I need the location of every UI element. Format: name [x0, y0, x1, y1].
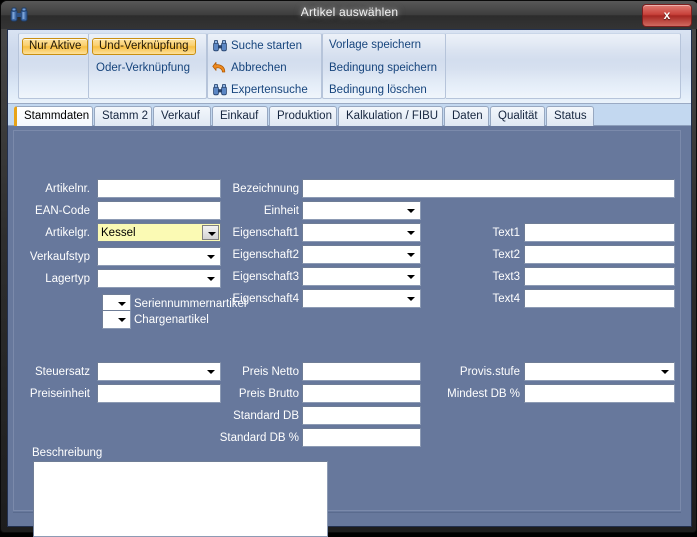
- toggle-und-verknuepfung[interactable]: Und-Verknüpfung: [92, 38, 196, 55]
- label-eigenschaft2: Eigenschaft2: [232, 249, 300, 261]
- textarea-beschreibung[interactable]: [33, 461, 328, 537]
- label-preis-brutto: Preis Brutto: [238, 388, 299, 400]
- input-standard-db[interactable]: [302, 406, 421, 425]
- undo-arrow-icon: [212, 62, 226, 73]
- button-label: Expertensuche: [231, 84, 308, 96]
- label-ean-code: EAN-Code: [35, 205, 90, 217]
- label-eigenschaft1: Eigenschaft1: [232, 227, 300, 239]
- tab-kalkulation-fibu[interactable]: Kalkulation / FIBU: [338, 106, 443, 126]
- tab-qualitaet[interactable]: Qualität: [490, 106, 545, 126]
- chevron-down-icon: [407, 231, 415, 235]
- chevron-down-icon: [661, 370, 669, 374]
- input-text1[interactable]: [524, 223, 675, 242]
- label-text1: Text1: [492, 227, 521, 239]
- button-label: Suche starten: [231, 40, 302, 52]
- input-text4[interactable]: [524, 289, 675, 308]
- input-mindest-db-prozent[interactable]: [524, 384, 675, 403]
- input-bezeichnung[interactable]: [302, 179, 675, 198]
- label-text2: Text2: [492, 249, 521, 261]
- button-abbrechen[interactable]: Abbrechen: [211, 60, 289, 78]
- label-eigenschaft4: Eigenschaft4: [232, 293, 300, 305]
- input-preiseinheit[interactable]: [97, 384, 221, 403]
- combo-steuersatz[interactable]: [97, 362, 221, 381]
- tab-status[interactable]: Status: [546, 106, 594, 126]
- close-button[interactable]: x: [642, 4, 692, 27]
- button-label: Abbrechen: [231, 62, 287, 74]
- input-text2[interactable]: [524, 245, 675, 264]
- button-expertensuche[interactable]: Expertensuche: [211, 82, 310, 100]
- chevron-down-icon: [118, 318, 126, 322]
- tab-bar: Stammdaten Stamm 2 Verkauf Einkauf Produ…: [8, 104, 691, 126]
- button-bedingung-loeschen[interactable]: Bedingung löschen: [326, 83, 430, 97]
- combo-verkaufstyp[interactable]: [97, 247, 221, 266]
- binoculars-icon: [213, 84, 227, 96]
- input-preis-netto[interactable]: [302, 362, 421, 381]
- chevron-down-icon: [118, 302, 126, 306]
- form-panel: Artikelnr. EAN-Code Artikelgr. Kessel Ve…: [8, 126, 691, 537]
- chevron-down-icon: [207, 370, 215, 374]
- label-artikelgr: Artikelgr.: [45, 227, 90, 239]
- input-preis-brutto[interactable]: [302, 384, 421, 403]
- chevron-down-icon: [407, 209, 415, 213]
- title-bar: Artikel auswählen x: [1, 1, 697, 29]
- label-standard-db: Standard DB: [233, 410, 299, 422]
- label-preiseinheit: Preiseinheit: [29, 388, 90, 400]
- input-text3[interactable]: [524, 267, 675, 286]
- chevron-down-icon: [407, 253, 415, 257]
- tab-daten[interactable]: Daten: [444, 106, 489, 126]
- button-bedingung-speichern[interactable]: Bedingung speichern: [326, 61, 440, 75]
- label-standard-db-prozent: Standard DB %: [219, 432, 299, 444]
- input-artikelnr[interactable]: [97, 179, 221, 198]
- label-steuersatz: Steuersatz: [35, 366, 90, 378]
- toggle-oder-verknuepfung[interactable]: Oder-Verknüpfung: [93, 61, 193, 75]
- tab-verkauf[interactable]: Verkauf: [153, 106, 211, 126]
- combo-eigenschaft2[interactable]: [302, 245, 421, 264]
- label-einheit: Einheit: [263, 205, 299, 217]
- chevron-down-icon: [207, 255, 215, 259]
- combo-artikelgr-value: Kessel: [101, 227, 136, 239]
- combo-eigenschaft3[interactable]: [302, 267, 421, 286]
- chevron-down-icon: [207, 277, 215, 281]
- button-vorlage-speichern[interactable]: Vorlage speichern: [326, 38, 424, 52]
- chevron-down-icon[interactable]: [202, 225, 219, 240]
- tab-einkauf[interactable]: Einkauf: [212, 106, 268, 126]
- input-standard-db-prozent[interactable]: [302, 428, 421, 447]
- label-eigenschaft3: Eigenschaft3: [232, 271, 300, 283]
- label-verkaufstyp: Verkaufstyp: [29, 251, 90, 263]
- input-ean-code[interactable]: [97, 201, 221, 220]
- chevron-down-icon: [407, 297, 415, 301]
- toolbar: Nur Aktive Und-Verknüpfung Oder-Verknüpf…: [8, 30, 691, 104]
- combo-artikelgr[interactable]: Kessel: [97, 223, 221, 242]
- application-window: Artikel auswählen x Nur Aktive Und-Verkn…: [0, 0, 697, 537]
- combo-lagertyp[interactable]: [97, 269, 221, 288]
- label-artikelnr: Artikelnr.: [45, 183, 90, 195]
- combo-chargenartikel[interactable]: [102, 310, 131, 329]
- combo-einheit[interactable]: [302, 201, 421, 220]
- tab-produktion[interactable]: Produktion: [269, 106, 337, 126]
- tab-stamm-2[interactable]: Stamm 2: [94, 106, 152, 126]
- combo-eigenschaft1[interactable]: [302, 223, 421, 242]
- button-suche-starten[interactable]: Suche starten: [211, 38, 304, 56]
- label-text3: Text3: [492, 271, 521, 283]
- label-chargenartikel: Chargenartikel: [134, 314, 209, 326]
- chevron-down-icon: [407, 275, 415, 279]
- label-beschreibung: Beschreibung: [32, 447, 103, 459]
- label-provis-stufe: Provis.stufe: [459, 366, 520, 378]
- window-title: Artikel auswählen: [300, 5, 399, 19]
- label-preis-netto: Preis Netto: [242, 366, 299, 378]
- tab-stammdaten[interactable]: Stammdaten: [14, 106, 93, 126]
- combo-provis-stufe[interactable]: [524, 362, 675, 381]
- client-area: Nur Aktive Und-Verknüpfung Oder-Verknüpf…: [7, 29, 692, 537]
- label-lagertyp: Lagertyp: [45, 273, 90, 285]
- toolbar-group-empty: [446, 33, 681, 99]
- combo-eigenschaft4[interactable]: [302, 289, 421, 308]
- label-mindest-db-prozent: Mindest DB %: [447, 388, 520, 400]
- label-bezeichnung: Bezeichnung: [232, 183, 300, 195]
- binoculars-icon: [213, 40, 227, 52]
- label-text4: Text4: [492, 293, 521, 305]
- toggle-nur-aktive[interactable]: Nur Aktive: [22, 38, 89, 55]
